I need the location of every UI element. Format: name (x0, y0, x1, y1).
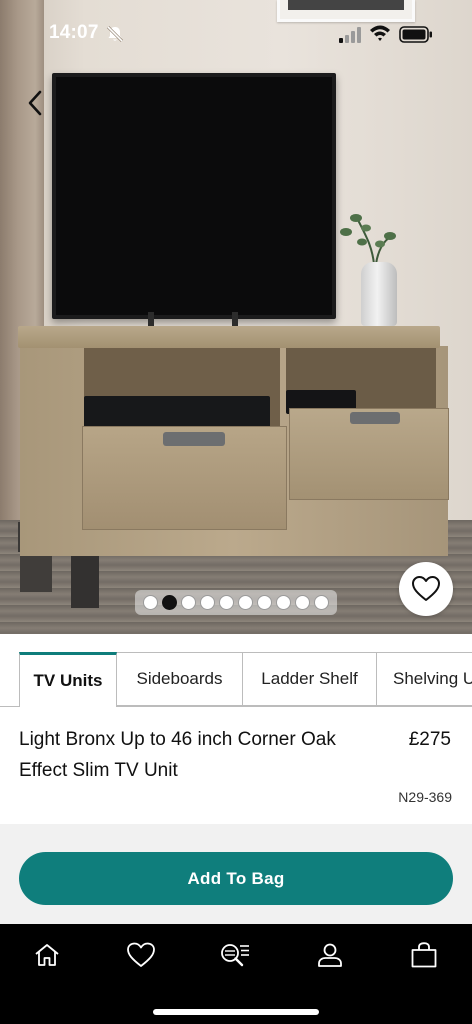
home-icon (35, 944, 59, 966)
back-button[interactable] (20, 86, 50, 120)
wifi-icon (370, 25, 390, 41)
nav-account[interactable] (308, 938, 352, 972)
add-to-bag-button[interactable]: Add To Bag (19, 852, 453, 905)
drawer-handle (163, 432, 225, 446)
nav-bag[interactable] (402, 938, 446, 972)
carousel-dot[interactable] (238, 595, 253, 610)
carousel-dot[interactable] (295, 595, 310, 610)
bell-slash-icon (106, 25, 124, 43)
product-image[interactable] (0, 0, 472, 634)
television (52, 73, 336, 319)
battery-icon (399, 26, 432, 43)
home-indicator (153, 1009, 319, 1015)
dvd-player (84, 396, 270, 428)
status-bar: 14:07 (0, 0, 472, 70)
tab-shelving-units[interactable]: Shelving U (377, 652, 472, 706)
chevron-left-icon (28, 90, 42, 116)
carousel-indicator[interactable] (135, 590, 337, 615)
account-icon (318, 943, 342, 967)
tv-screen (52, 73, 336, 319)
nav-home[interactable] (25, 938, 69, 972)
bag-icon (411, 942, 437, 968)
carousel-dot[interactable] (162, 595, 177, 610)
tab-sideboards[interactable]: Sideboards (117, 652, 243, 706)
carousel-dot[interactable] (314, 595, 329, 610)
category-tabs: TV Units Sideboards Ladder Shelf Shelvin… (19, 652, 472, 707)
product-price: £275 (408, 729, 451, 750)
unit-top (18, 326, 440, 348)
carousel-dot[interactable] (143, 595, 158, 610)
drawer-handle (350, 412, 400, 424)
carousel-dot[interactable] (200, 595, 215, 610)
carousel-dot[interactable] (219, 595, 234, 610)
status-time: 14:07 (49, 22, 99, 43)
tab-tv-units[interactable]: TV Units (19, 652, 117, 706)
heart-icon (127, 942, 155, 967)
bottom-nav (0, 924, 472, 1024)
carousel-dot[interactable] (276, 595, 291, 610)
heart-outline-icon (412, 576, 440, 601)
plant-illustration (340, 214, 396, 265)
search-categories-icon (221, 944, 249, 967)
carousel-dot[interactable] (181, 595, 196, 610)
active-tab-gap (20, 706, 116, 707)
product-title: Light Bronx Up to 46 inch Corner Oak Eff… (19, 729, 336, 781)
tab-ladder-shelf[interactable]: Ladder Shelf (243, 652, 377, 706)
nav-wishlist[interactable] (119, 938, 163, 972)
product-code: N29-369 (398, 789, 452, 805)
nav-search[interactable] (213, 938, 257, 972)
carousel-dot[interactable] (257, 595, 272, 610)
signal-icon (339, 27, 361, 43)
vase (361, 262, 397, 326)
tv-unit-furniture (18, 326, 449, 610)
wishlist-button[interactable] (399, 562, 453, 616)
